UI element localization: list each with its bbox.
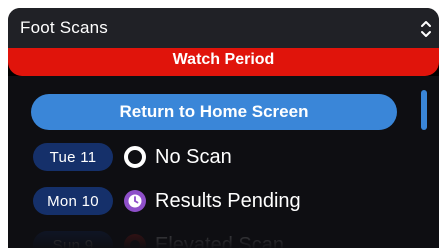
list-item[interactable]: Sun 9 Elevated Scan bbox=[33, 230, 284, 248]
scan-list-panel[interactable]: Return to Home Screen Tue 11 No Scan Mon… bbox=[8, 76, 439, 248]
date-badge: Tue 11 bbox=[33, 143, 113, 171]
alert-icon bbox=[123, 233, 147, 248]
app-window: Foot Scans Watch Period Return to Home S… bbox=[8, 8, 439, 248]
status-label: No Scan bbox=[155, 145, 232, 168]
status-label: Results Pending bbox=[155, 189, 301, 212]
scrollbar[interactable] bbox=[421, 90, 427, 130]
date-badge: Sun 9 bbox=[33, 231, 113, 248]
empty-ring-icon bbox=[123, 145, 147, 169]
list-item[interactable]: Tue 11 No Scan bbox=[33, 142, 232, 172]
status-label: Elevated Scan bbox=[155, 233, 284, 248]
chevron-up-down-icon[interactable] bbox=[415, 17, 437, 41]
watch-period-banner: Watch Period bbox=[8, 48, 439, 76]
page-title: Foot Scans bbox=[20, 18, 108, 37]
return-home-button[interactable]: Return to Home Screen bbox=[31, 94, 397, 130]
header-selector[interactable]: Foot Scans bbox=[8, 8, 439, 48]
date-badge: Mon 10 bbox=[33, 187, 113, 215]
list-item[interactable]: Mon 10 Results Pending bbox=[33, 186, 301, 216]
clock-icon bbox=[123, 189, 147, 213]
banner-label: Watch Period bbox=[172, 51, 275, 68]
